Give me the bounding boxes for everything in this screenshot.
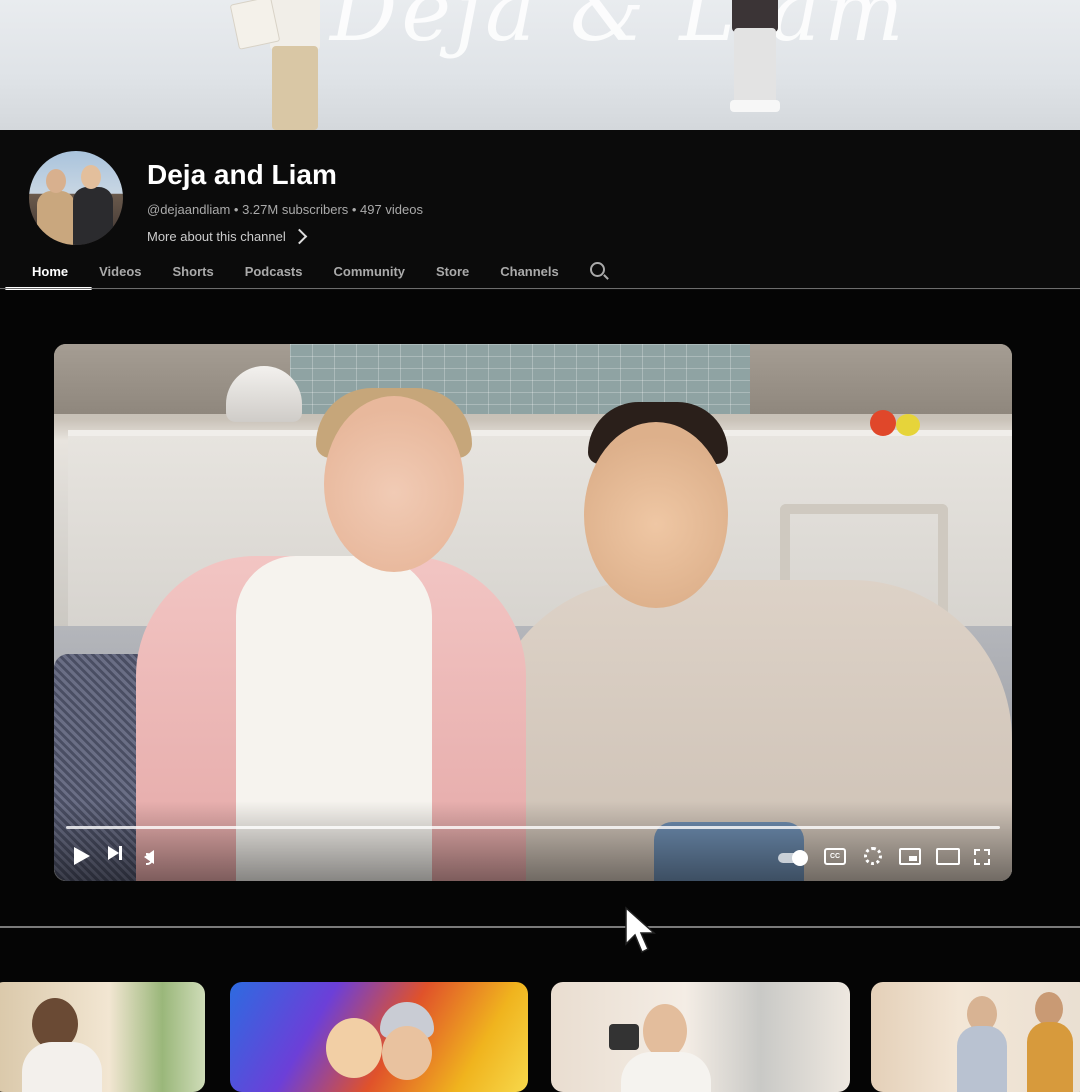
woman-figure [324,396,464,572]
tab-home[interactable]: Home [4,258,93,290]
mouse-pointer-icon [625,906,656,954]
tab-videos[interactable]: Videos [99,258,141,290]
tab-store[interactable]: Store [436,258,469,290]
search-icon[interactable] [589,262,605,277]
tab-podcasts[interactable]: Podcasts [245,258,303,290]
channel-banner: Deja & Liam [0,0,1080,130]
video-thumbnail-3[interactable] [551,982,850,1092]
volume-icon[interactable] [144,850,154,865]
header-divider [0,288,1080,289]
banner-script-title: Deja & Liam [330,0,908,60]
fullscreen-icon[interactable] [974,849,990,865]
channel-tabs: Home Videos Shorts Podcasts Community St… [4,258,605,290]
tab-channels[interactable]: Channels [500,258,559,290]
more-about-channel-link[interactable]: More about this channel [147,228,308,245]
progress-bar[interactable] [66,826,1000,829]
channel-avatar[interactable] [29,151,123,245]
banner-figure-right [722,0,792,130]
player-controls-bar [54,801,1012,881]
section-divider [0,926,1080,928]
more-about-channel-label: More about this channel [147,229,286,244]
tab-shorts[interactable]: Shorts [173,258,214,290]
gear-icon[interactable] [864,847,882,865]
banner-figure-left [229,0,340,130]
captions-icon[interactable]: CC [824,848,846,865]
theater-mode-icon[interactable] [936,848,960,865]
video-thumbnail-1[interactable] [0,982,205,1092]
autoplay-toggle-icon[interactable] [778,850,808,866]
next-icon[interactable] [108,846,122,865]
man-figure [584,422,728,608]
video-thumbnail-2[interactable] [230,982,528,1092]
miniplayer-icon[interactable] [899,848,921,865]
featured-video-player[interactable]: CC [54,344,1012,881]
video-thumbnail-4[interactable] [871,982,1080,1092]
channel-name: Deja and Liam [147,159,337,190]
channel-header: Deja and Liam @dejaandliam • 3.27M subsc… [0,130,1080,290]
play-icon[interactable] [74,847,90,865]
tab-community[interactable]: Community [334,258,406,290]
channel-meta: @dejaandliam • 3.27M subscribers • 497 v… [147,202,423,217]
chevron-right-icon [291,228,308,245]
